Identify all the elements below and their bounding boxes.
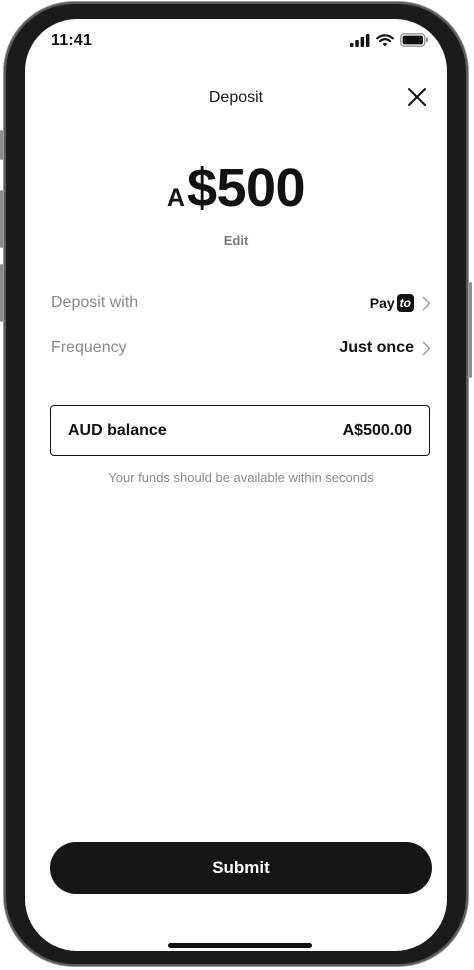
aud-balance-card[interactable]: AUD balance A$500.00 [50, 405, 430, 456]
deposit-amount: A $500 [25, 157, 447, 219]
status-bar: 11:41 [25, 19, 447, 59]
battery-icon [400, 33, 428, 47]
edit-amount-link[interactable]: Edit [25, 233, 447, 248]
frequency-row[interactable]: Frequency Just once [51, 334, 431, 362]
payto-logo-text: Pay [369, 295, 395, 311]
deposit-with-label: Deposit with [51, 294, 139, 311]
payto-logo: Pay to [370, 294, 414, 312]
app-screen: 11:41 Deposit A $500 Edit Deposit with P… [25, 19, 447, 951]
volume-down-button [0, 264, 3, 322]
amount-currency: A [166, 184, 185, 212]
payto-logo-badge: to [396, 294, 414, 312]
page-title: Deposit [208, 89, 264, 106]
frequency-value: Just once [339, 339, 414, 356]
frequency-label: Frequency [51, 339, 127, 356]
amount-value: $500 [186, 158, 306, 218]
phone-frame: 11:41 Deposit A $500 Edit Deposit with P… [0, 2, 472, 966]
cellular-signal-icon [350, 33, 370, 47]
close-button[interactable] [405, 85, 429, 109]
balance-label: AUD balance [68, 421, 167, 439]
wifi-icon [376, 33, 394, 46]
balance-amount: A$500.00 [342, 421, 412, 439]
status-time: 11:41 [51, 32, 93, 49]
close-icon [408, 88, 426, 106]
deposit-with-row[interactable]: Deposit with Pay to [51, 289, 431, 317]
chevron-right-icon [422, 341, 431, 355]
chevron-right-icon [422, 296, 431, 310]
action-button [0, 130, 3, 160]
home-indicator [168, 943, 312, 948]
frequency-value-group: Just once [339, 339, 431, 357]
funds-availability-note: Your funds should be available within se… [108, 470, 374, 485]
deposit-with-value: Pay to [370, 294, 431, 312]
status-icons [350, 33, 429, 47]
submit-button[interactable]: Submit [50, 842, 432, 894]
volume-up-button [0, 190, 3, 248]
power-button [469, 282, 472, 378]
